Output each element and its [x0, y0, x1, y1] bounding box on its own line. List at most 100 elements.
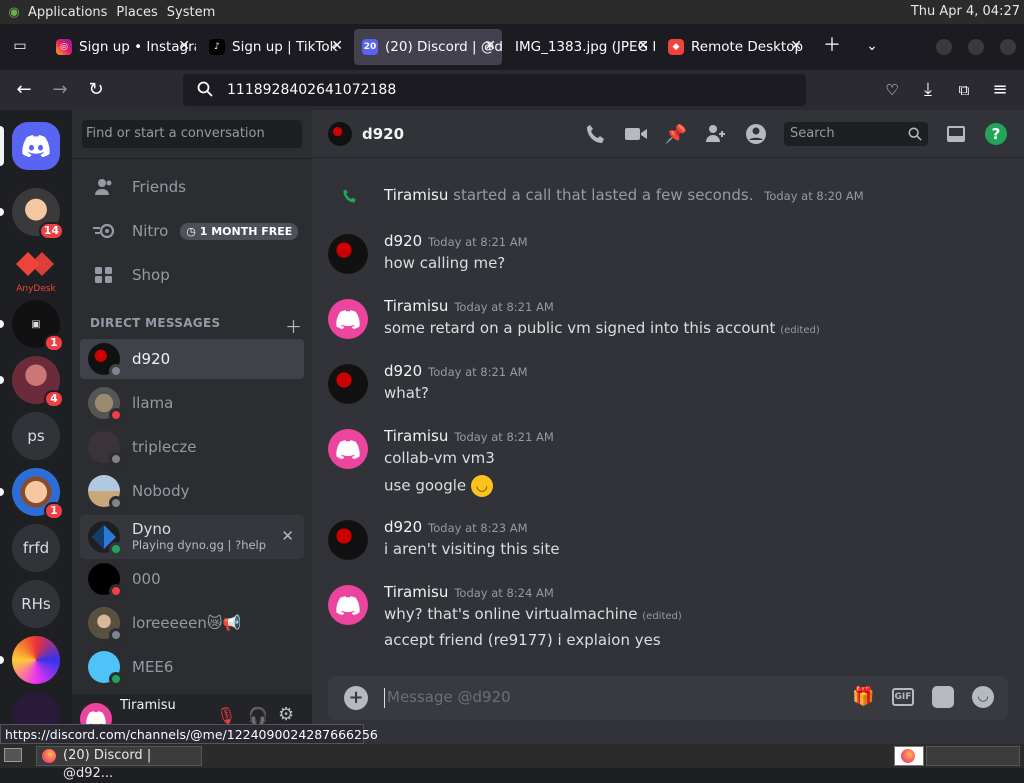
taskbar-window-firefox[interactable]: (20) Discord | @d92... — [36, 746, 202, 781]
workspace-2[interactable] — [926, 746, 1020, 766]
server-anydesk[interactable]: AnyDesk — [12, 244, 60, 294]
close-icon[interactable]: ✕ — [790, 38, 802, 54]
message-text: collab-vm vm3 — [384, 449, 495, 467]
server-avatar-4[interactable]: 4 — [0, 356, 64, 408]
avatar[interactable] — [328, 585, 368, 625]
applications-menu[interactable]: Applications — [28, 5, 116, 20]
message-author[interactable]: Tiramisu Today at 8:21 AM — [384, 427, 554, 445]
avatar[interactable] — [328, 234, 368, 274]
server-avatar-6[interactable]: 1 — [0, 468, 64, 520]
avatar[interactable] — [328, 520, 368, 560]
gif-icon[interactable]: GIF — [892, 688, 914, 706]
close-icon[interactable]: ✕ — [637, 38, 649, 54]
message-composer: + Message @d920 🎁 GIF ◡ — [328, 676, 1008, 720]
sticker-icon[interactable] — [932, 686, 954, 708]
add-friend-icon[interactable] — [704, 122, 728, 146]
extensions-icon[interactable]: ⧉ — [952, 78, 976, 102]
edited-label: (edited) — [780, 325, 820, 336]
gnome-logo-icon[interactable]: ◉ — [0, 5, 28, 20]
avatar[interactable] — [328, 299, 368, 339]
server-avatar-1[interactable]: 14 — [0, 188, 64, 240]
window-minimize-button[interactable] — [936, 39, 952, 55]
tab-image[interactable]: IMG_1383.jpg (JPEG Image) ✕ — [507, 29, 655, 65]
dm-item-nobody[interactable]: Nobody — [80, 471, 304, 511]
message-author[interactable]: Tiramisu Today at 8:21 AM — [384, 297, 554, 315]
reload-icon[interactable]: ↻ — [84, 78, 108, 102]
dm-item-mee6[interactable]: MEE6 — [80, 647, 304, 687]
show-desktop-icon[interactable] — [4, 748, 22, 762]
message-line: why? that's online virtualmachine — [384, 605, 638, 623]
message-author[interactable]: d920 Today at 8:21 AM — [384, 232, 528, 250]
avatar[interactable] — [328, 429, 368, 469]
discord-home-button[interactable] — [0, 122, 60, 170]
server-ps[interactable]: ps — [12, 412, 60, 460]
tab-remote-desktop[interactable]: ◆ Remote Desktop ✕ — [660, 29, 808, 65]
tab-instagram[interactable]: ◎ Sign up • Instagram ✕ — [48, 29, 196, 65]
nav-label: Shop — [132, 266, 170, 284]
dm-item-loreeeeen[interactable]: loreeeeen😿📢 — [80, 603, 304, 643]
server-rhs[interactable]: RHs — [12, 580, 60, 628]
system-message-author[interactable]: Tiramisu — [384, 186, 448, 204]
window-close-button[interactable] — [1000, 39, 1016, 55]
phone-call-icon — [342, 188, 358, 208]
server-avatar-9[interactable] — [0, 636, 60, 684]
gift-icon[interactable]: 🎁 — [852, 686, 874, 707]
phone-call-icon[interactable] — [584, 122, 608, 146]
inbox-icon[interactable] — [944, 122, 968, 146]
close-dm-icon[interactable]: ✕ — [281, 527, 294, 545]
message-author[interactable]: Tiramisu Today at 8:24 AM — [384, 583, 554, 601]
forward-icon[interactable]: → — [48, 78, 72, 102]
dm-item-dyno[interactable]: Dyno Playing dyno.gg | ?help ✕ — [80, 515, 304, 559]
emoji-icon[interactable]: ◡ — [972, 686, 994, 708]
create-dm-icon[interactable]: ＋ — [285, 313, 302, 338]
chat-search-input[interactable]: Search — [784, 122, 928, 146]
message-input-placeholder: Message @d920 — [387, 688, 511, 706]
window-maximize-button[interactable] — [968, 39, 984, 55]
clock[interactable]: Thu Apr 4, 04:27 — [911, 4, 1020, 19]
upload-plus-icon[interactable]: + — [344, 686, 368, 710]
close-icon[interactable]: ✕ — [484, 38, 496, 54]
message-input[interactable]: Message @d920 — [384, 688, 824, 708]
timestamp: Today at 8:24 AM — [454, 586, 554, 600]
mute-icon[interactable]: 🎙 — [216, 706, 236, 725]
download-icon[interactable]: ⤓ — [916, 78, 940, 102]
server-frfd[interactable]: frfd — [12, 524, 60, 572]
close-icon[interactable]: ✕ — [178, 38, 190, 54]
close-icon[interactable]: ✕ — [331, 38, 343, 54]
anydesk-icon: ◆ — [668, 39, 684, 55]
places-menu[interactable]: Places — [116, 5, 166, 20]
help-icon[interactable]: ? — [984, 122, 1008, 146]
settings-gear-icon[interactable]: ⚙ — [278, 704, 294, 725]
system-menu[interactable]: System — [167, 5, 224, 20]
server-label: AnyDesk — [16, 284, 56, 294]
nav-label: Nitro — [132, 222, 169, 240]
pin-icon[interactable]: 📌 — [664, 122, 688, 146]
tab-discord[interactable]: 20 (20) Discord | @d920 ✕ — [354, 29, 502, 65]
dm-item-llama[interactable]: llama — [80, 383, 304, 423]
find-conversation-input[interactable]: Find or start a conversation — [82, 120, 302, 148]
nav-shop[interactable]: Shop — [80, 254, 304, 296]
system-message-call: Tiramisu started a call that lasted a fe… — [328, 186, 1008, 208]
tab-tiktok[interactable]: ♪ Sign up | TikTok ✕ — [201, 29, 349, 65]
chevron-down-icon[interactable]: ⌄ — [860, 34, 884, 58]
status-dnd — [109, 584, 123, 598]
server-avatar-3[interactable]: ▣ 1 — [0, 300, 64, 352]
user-profile-icon[interactable] — [744, 122, 768, 146]
nav-nitro[interactable]: Nitro ◷ 1 MONTH FREE — [80, 210, 304, 252]
nav-friends[interactable]: Friends — [80, 166, 304, 208]
headphones-icon[interactable]: 🎧 — [248, 706, 268, 725]
tab-overview-icon[interactable]: ▭ — [8, 34, 32, 58]
dm-item-d920[interactable]: d920 — [80, 339, 304, 379]
dm-item-000[interactable]: 000 — [80, 559, 304, 599]
new-tab-icon[interactable]: ＋ — [820, 34, 844, 58]
message-author[interactable]: d920 Today at 8:21 AM — [384, 362, 528, 380]
pocket-icon[interactable]: ♡ — [880, 78, 904, 102]
menu-icon[interactable]: ≡ — [988, 78, 1012, 102]
current-username[interactable]: Tiramisu — [120, 698, 176, 713]
video-call-icon[interactable] — [624, 122, 648, 146]
back-icon[interactable]: ← — [12, 78, 36, 102]
avatar[interactable] — [328, 364, 368, 404]
message-author[interactable]: d920 Today at 8:23 AM — [384, 518, 528, 536]
dm-item-triplecze[interactable]: triplecze — [80, 427, 304, 467]
url-bar[interactable]: 1118928402641072188 — [183, 74, 806, 106]
